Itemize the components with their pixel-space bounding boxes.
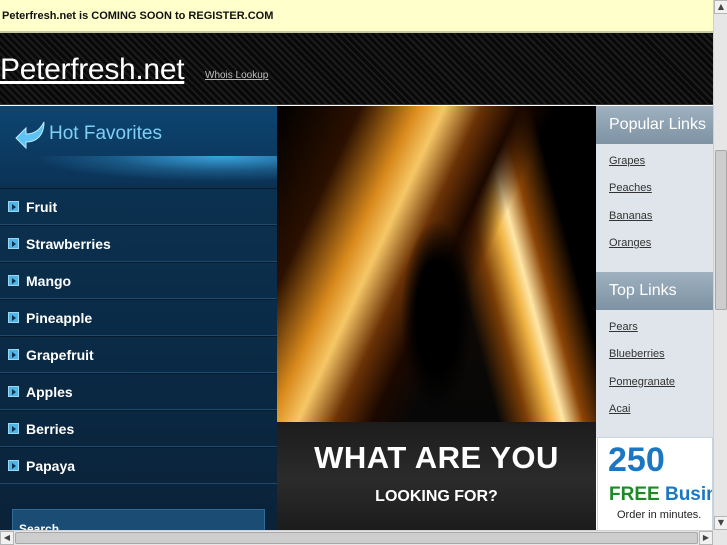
link-bananas[interactable]: Bananas — [609, 205, 713, 232]
arrow-bullet-icon — [8, 460, 19, 471]
menu-item-label: Apples — [26, 383, 73, 400]
menu-item-label: Papaya — [26, 457, 76, 474]
menu-item-label: Mango — [26, 272, 72, 289]
arrow-bullet-icon — [8, 386, 19, 397]
popular-links-list: Grapes Peaches Bananas Oranges — [596, 144, 713, 272]
hero-title: WHAT ARE YOU — [314, 440, 559, 475]
menu-item-label: Pineapple — [26, 309, 93, 326]
arrow-bullet-icon — [8, 275, 19, 286]
popular-links-header: Popular Links — [596, 106, 713, 144]
hero-abstract-image — [277, 106, 596, 422]
favorites-menu: Fruit Strawberries Mango Pineapple Grape… — [0, 188, 277, 484]
arrow-bullet-icon — [8, 312, 19, 323]
menu-item-label: Fruit — [26, 198, 58, 215]
hot-favorites-header: Hot Favorites — [0, 106, 277, 186]
scroll-right-icon[interactable]: ▶ — [699, 531, 713, 545]
vertical-scrollbar[interactable]: ▲ ▼ — [713, 0, 727, 530]
page-viewport: Peterfresh.net is COMING SOON to REGISTE… — [0, 0, 713, 530]
search-label: Search — [19, 522, 60, 530]
horizontal-scrollbar[interactable]: ◀ ▶ — [0, 530, 713, 545]
menu-item-strawberries[interactable]: Strawberries — [0, 225, 277, 262]
link-grapes[interactable]: Grapes — [609, 150, 713, 177]
link-blueberries[interactable]: Blueberries — [609, 343, 713, 370]
ad-number: 250 — [608, 441, 665, 479]
curved-arrow-icon — [15, 121, 45, 150]
hero-text-band — [277, 422, 596, 530]
menu-item-apples[interactable]: Apples — [0, 373, 277, 410]
arrow-bullet-icon — [8, 201, 19, 212]
menu-item-berries[interactable]: Berries — [0, 410, 277, 447]
menu-item-pineapple[interactable]: Pineapple — [0, 299, 277, 336]
ad-free-word: FREE — [609, 484, 660, 505]
search-box[interactable]: Search — [12, 509, 265, 530]
hero-banner[interactable]: WHAT ARE YOU LOOKING FOR? — [277, 106, 596, 530]
scroll-left-icon[interactable]: ◀ — [0, 531, 14, 545]
top-links-list: Pears Blueberries Pomegranate Acai — [596, 310, 713, 438]
menu-item-label: Berries — [26, 420, 75, 437]
notice-text: Peterfresh.net is COMING SOON to REGISTE… — [2, 10, 274, 22]
arrow-bullet-icon — [8, 349, 19, 360]
link-acai[interactable]: Acai — [609, 398, 713, 425]
scroll-down-icon[interactable]: ▼ — [714, 516, 727, 530]
arrow-bullet-icon — [8, 423, 19, 434]
whois-lookup-link[interactable]: Whois Lookup — [205, 70, 268, 81]
ad-rest-word: Busine — [664, 484, 712, 505]
notice-bar: Peterfresh.net is COMING SOON to REGISTE… — [0, 0, 713, 33]
top-links-header: Top Links — [596, 272, 713, 310]
menu-item-mango[interactable]: Mango — [0, 262, 277, 299]
horizontal-scroll-thumb[interactable] — [15, 532, 698, 544]
link-peaches[interactable]: Peaches — [609, 177, 713, 204]
ad-order-text: Order in minutes. — [617, 509, 702, 521]
top-links-title: Top Links — [609, 282, 677, 299]
menu-item-label: Grapefruit — [26, 346, 94, 363]
arrow-bullet-icon — [8, 238, 19, 249]
menu-item-fruit[interactable]: Fruit — [0, 188, 277, 225]
link-pears[interactable]: Pears — [609, 316, 713, 343]
link-pomegranate[interactable]: Pomegranate — [609, 371, 713, 398]
scroll-up-icon[interactable]: ▲ — [714, 0, 727, 14]
vertical-scroll-thumb[interactable] — [715, 150, 727, 310]
scrollbar-corner — [713, 530, 727, 545]
promo-ad[interactable]: 250 FREE Busine Order in minutes. — [597, 437, 713, 530]
site-header: Peterfresh.net Whois Lookup — [0, 33, 713, 105]
menu-item-label: Strawberries — [26, 235, 111, 252]
hot-favorites-panel: Hot Favorites Fruit Strawberries Mango P… — [0, 106, 277, 530]
hot-favorites-title: Hot Favorites — [49, 123, 162, 144]
menu-item-papaya[interactable]: Papaya — [0, 447, 277, 484]
ad-headline: FREE Busine — [609, 484, 712, 506]
link-oranges[interactable]: Oranges — [609, 232, 713, 259]
site-title-link[interactable]: Peterfresh.net — [0, 53, 185, 87]
popular-links-title: Popular Links — [609, 116, 706, 133]
header-swoosh — [0, 156, 277, 186]
menu-item-grapefruit[interactable]: Grapefruit — [0, 336, 277, 373]
hero-subtitle: LOOKING FOR? — [375, 488, 498, 505]
